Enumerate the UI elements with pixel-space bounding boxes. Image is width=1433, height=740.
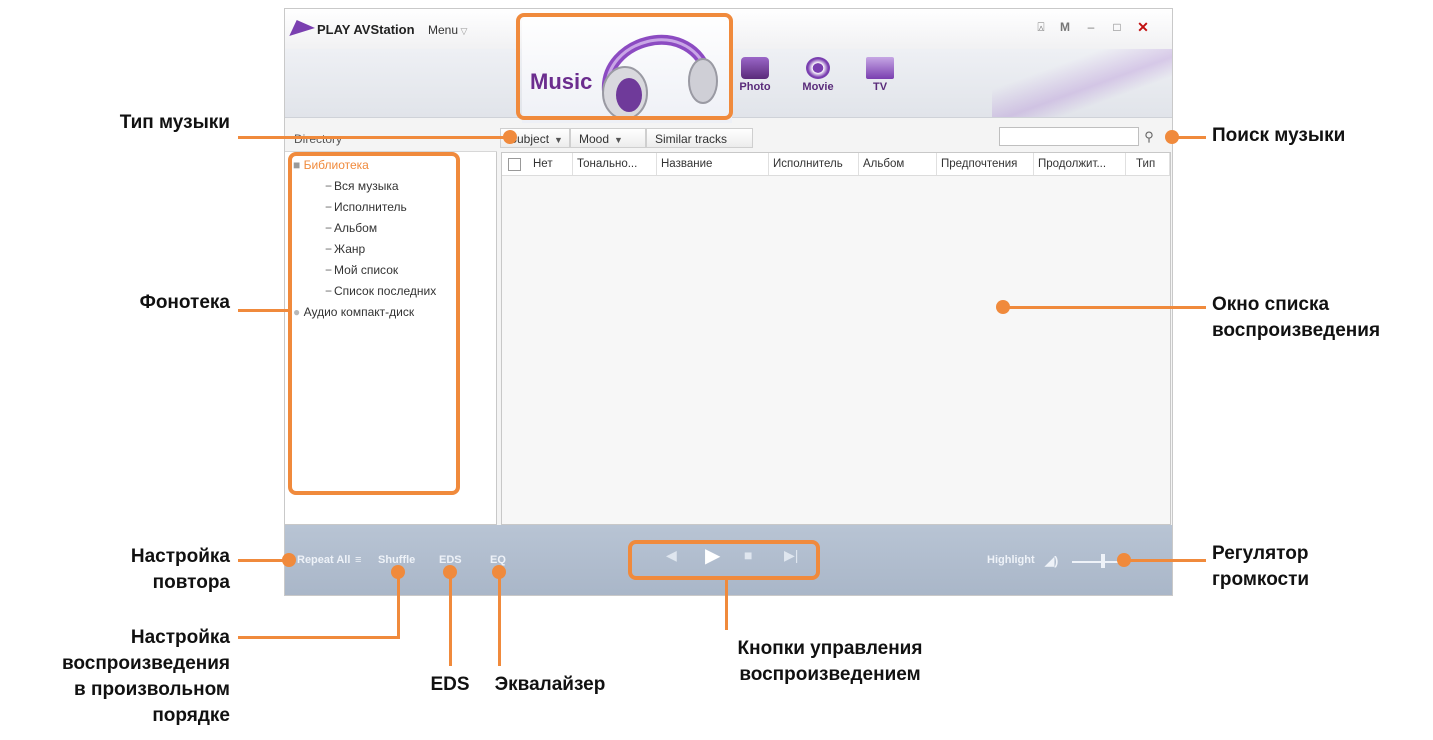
transport-highlight-frame (628, 540, 820, 580)
annotation-library: Фонотека (139, 292, 230, 313)
annotation-playback-line2: воспроизведением (739, 664, 921, 685)
leader-line (238, 309, 290, 312)
leader-line (238, 136, 510, 139)
speaker-icon[interactable]: ◢) (1045, 554, 1058, 568)
chevron-down-icon: ▼ (554, 135, 563, 145)
annotation-playlist-line1: Окно списка (1212, 294, 1330, 315)
tv-icon (866, 57, 894, 79)
leader-dot (1165, 130, 1179, 144)
minimize-icon[interactable]: – (1081, 18, 1101, 36)
photo-icon (741, 57, 769, 79)
annotation-volume-line2: громкости (1212, 569, 1310, 590)
annotation-shuffle-line1: Настройка (130, 627, 230, 648)
app-logo-icon (289, 20, 319, 36)
leader-line (725, 580, 728, 630)
leader-dot (443, 565, 457, 579)
menu-button[interactable]: Menu (428, 23, 467, 37)
column-artist[interactable]: Исполнитель (769, 153, 859, 175)
leader-dot (391, 565, 405, 579)
chevron-down-icon: ▼ (614, 135, 623, 145)
column-number[interactable]: Нет (529, 153, 573, 175)
column-type[interactable]: Тип (1126, 153, 1170, 175)
highlight-button[interactable]: Highlight (987, 554, 1035, 566)
annotation-equalizer: Эквалайзер (494, 674, 606, 695)
leader-dot (996, 300, 1010, 314)
annotation-search: Поиск музыки (1212, 125, 1346, 146)
annotation-repeat-line1: Настройка (130, 546, 230, 567)
leader-line (498, 566, 501, 666)
annotation-shuffle: Настройка воспроизведения в произвольном… (30, 625, 230, 729)
mini-mode-icon[interactable]: ⍓ (1031, 18, 1051, 36)
search-icon[interactable]: ⚲ (1139, 127, 1159, 146)
leader-line (449, 566, 452, 666)
column-duration[interactable]: Продолжит... (1034, 153, 1126, 175)
playlist-header: Нет Тонально... Название Исполнитель Аль… (502, 153, 1170, 176)
app-title: PLAY AVStation (317, 22, 415, 37)
tab-photo[interactable]: Photo (728, 57, 782, 93)
tab-movie[interactable]: Movie (791, 57, 845, 93)
m-button[interactable]: M (1055, 18, 1075, 36)
select-all-checkbox[interactable] (508, 158, 521, 171)
annotation-playback-line1: Кнопки управления (737, 638, 923, 659)
close-icon[interactable]: ✕ (1133, 18, 1153, 36)
leader-dot (1117, 553, 1131, 567)
mood-label: Mood (579, 132, 610, 146)
leader-line (1125, 559, 1206, 562)
tab-photo-label: Photo (739, 81, 771, 93)
leader-dot (492, 565, 506, 579)
annotation-playlist-line2: воспроизведения (1212, 320, 1381, 341)
annotation-volume: Регулятор громкости (1212, 541, 1309, 593)
similar-tracks-button[interactable]: Similar tracks (646, 128, 753, 148)
repeat-button[interactable]: Repeat All (297, 554, 350, 566)
annotation-volume-line1: Регулятор (1212, 543, 1309, 564)
annotation-shuffle-line2: воспроизведения (61, 653, 230, 674)
leader-line (1003, 306, 1206, 309)
volume-track[interactable] (1072, 561, 1120, 563)
leader-dot (282, 553, 296, 567)
annotation-playlist: Окно списка воспроизведения (1212, 292, 1380, 344)
annotation-repeat: Настройка повтора (40, 544, 230, 596)
tab-tv[interactable]: TV (853, 57, 907, 93)
column-title[interactable]: Название (657, 153, 769, 175)
tab-movie-label: Movie (802, 81, 834, 93)
volume-slider-handle[interactable] (1101, 554, 1106, 568)
leader-line (238, 559, 288, 562)
library-highlight-frame (288, 152, 460, 495)
annotation-music-type: Тип музыки (119, 112, 230, 133)
column-album[interactable]: Альбом (859, 153, 937, 175)
annotation-eds: EDS (430, 674, 470, 695)
directory-header: Directory (285, 126, 497, 152)
movie-icon (806, 57, 830, 79)
playlist-window[interactable]: Нет Тонально... Название Исполнитель Аль… (501, 152, 1171, 525)
annotation-playback-controls: Кнопки управления воспроизведением (680, 636, 980, 688)
tab-tv-label: TV (872, 81, 888, 93)
leader-dot (503, 130, 517, 144)
leader-line (238, 636, 400, 639)
music-tab-highlight-frame (516, 13, 733, 120)
annotation-shuffle-line4: порядке (152, 705, 230, 726)
annotation-repeat-line2: повтора (152, 572, 230, 593)
column-tonality[interactable]: Тонально... (573, 153, 657, 175)
search-input[interactable] (999, 127, 1139, 146)
maximize-icon[interactable]: □ (1107, 18, 1127, 36)
column-preferences[interactable]: Предпочтения (937, 153, 1034, 175)
mood-dropdown[interactable]: Mood ▼ (570, 128, 646, 148)
repeat-mode-icon[interactable]: ≡ (355, 554, 361, 566)
annotation-shuffle-line3: в произвольном (74, 679, 230, 700)
header-decoration (992, 49, 1172, 117)
